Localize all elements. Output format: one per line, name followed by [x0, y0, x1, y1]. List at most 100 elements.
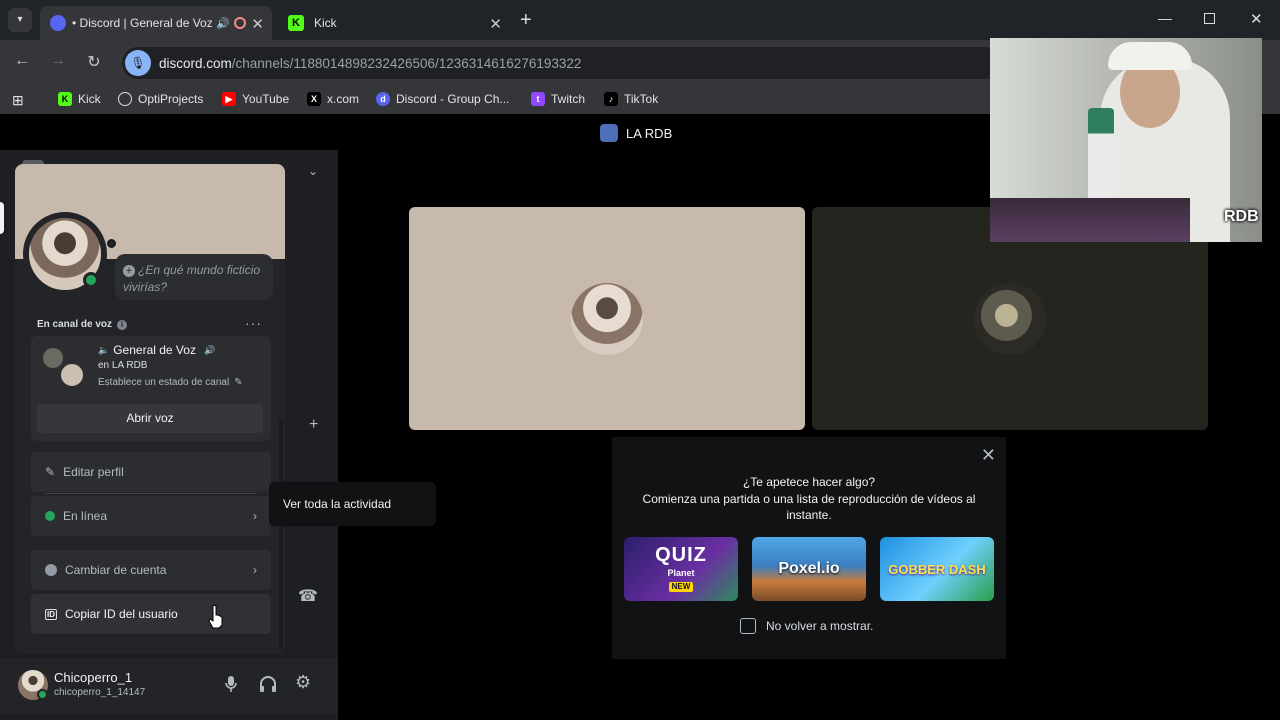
close-icon[interactable]: ✕ [981, 445, 996, 466]
tab-kick[interactable]: K Kick ✕ [278, 6, 510, 40]
online-dot-icon [45, 511, 55, 521]
youtube-icon: ▶ [222, 92, 236, 106]
switch-account-item[interactable]: Cambiar de cuenta › [31, 550, 271, 590]
account-icon [45, 564, 57, 576]
optiprojects-icon [118, 92, 132, 106]
bookmark-youtube[interactable]: ▶ YouTube [222, 92, 289, 106]
url-bar[interactable]: 🎙 discord.com/channels/11880148982324265… [122, 47, 1002, 79]
discord-tab-icon [50, 15, 66, 31]
voice-server-name: en LA RDB [98, 360, 148, 371]
game-card-poxel[interactable]: Poxel.io [752, 537, 866, 601]
url-path: /channels/1188014898232426506/1236314616… [231, 55, 582, 71]
status-placeholder: ¿En qué mundo ficticio vivirías? [123, 263, 261, 294]
status-bubble-dot [107, 239, 116, 248]
webcam-keyboard [990, 198, 1190, 242]
game-title: GOBBER DASH [888, 561, 986, 577]
mic-icon[interactable] [224, 675, 238, 693]
restore-icon[interactable] [1204, 13, 1215, 24]
dont-show-again[interactable]: No volver a mostrar. [740, 618, 873, 634]
info-icon[interactable]: i [117, 319, 128, 330]
chevron-right-icon: › [253, 509, 257, 523]
rdb-logo: RDB [1224, 208, 1259, 225]
bookmark-discord[interactable]: d Discord - Group Ch... [376, 92, 509, 106]
twitch-icon: t [531, 92, 545, 106]
bookmark-tiktok[interactable]: ♪ TikTok [604, 92, 658, 106]
x-icon: X [307, 92, 321, 106]
close-tab-icon[interactable]: ✕ [489, 15, 502, 33]
back-icon[interactable]: ← [10, 52, 34, 70]
online-status-dot [83, 272, 99, 288]
scrollbar[interactable] [279, 419, 283, 649]
open-voice-button[interactable]: Abrir voz [37, 404, 263, 433]
game-title: QUIZ [655, 544, 707, 566]
settings-gear-icon[interactable]: ⚙ [295, 672, 311, 693]
streamer-webcam-overlay: RDB [990, 38, 1262, 242]
disconnect-icon[interactable]: ☎ [298, 586, 318, 606]
edit-profile-item[interactable]: ✎ Editar perfil [31, 452, 271, 492]
webcam-cap [1108, 42, 1192, 70]
server-dropdown-icon[interactable]: ⌄ [308, 164, 318, 178]
tiktok-icon: ♪ [604, 92, 618, 106]
voice-card: 🔈 General de Voz 🔊 en LA RDB Establece u… [31, 336, 271, 441]
custom-status-bubble[interactable]: + ¿En qué mundo ficticio vivirías? [115, 254, 273, 300]
game-card-gobber[interactable]: GOBBER DASH [880, 537, 994, 601]
user-profile-popout: + ¿En qué mundo ficticio vivirías? En can… [15, 164, 285, 654]
tab-discord[interactable]: • Discord | General de Voz 🔊 ✕ [40, 6, 272, 40]
checkbox[interactable] [740, 618, 756, 634]
game-subtitle: Planet [667, 568, 695, 578]
game-card-quiz[interactable]: QUIZ Planet NEW [624, 537, 738, 601]
server-icon [43, 348, 63, 368]
voice-status-text[interactable]: Establece un estado de canal ✎ [98, 377, 243, 388]
username: chicoperro_1_14147 [54, 687, 146, 698]
copy-user-id-item[interactable]: ID Copiar ID del usuario [31, 594, 271, 634]
bookmark-x[interactable]: Xx.com [307, 92, 359, 106]
id-icon: ID [45, 608, 57, 620]
game-title: Poxel.io [778, 560, 840, 577]
server-header: LA RDB [600, 124, 672, 142]
add-status-icon: + [123, 265, 135, 277]
kick-icon: K [58, 92, 72, 106]
bookmark-twitch[interactable]: t Twitch [531, 92, 585, 106]
tab-title: • Discord | General de Voz [72, 16, 212, 30]
user-display-name[interactable]: Chicoperro_1 [54, 670, 132, 685]
apps-icon[interactable]: ⊞ [12, 92, 24, 109]
divider [45, 493, 257, 494]
server-icon [600, 124, 618, 142]
add-channel-icon[interactable]: + [309, 416, 318, 434]
bookmark-kick[interactable]: K Kick [58, 92, 101, 106]
more-options-icon[interactable]: ··· [245, 315, 262, 331]
checkbox-label: No volver a mostrar. [766, 619, 874, 633]
voice-channel-name[interactable]: 🔈 General de Voz 🔊 [98, 343, 215, 357]
reload-icon[interactable]: ↻ [82, 52, 106, 72]
pencil-icon: ✎ [234, 377, 243, 388]
activity-tooltip: Ver toda la actividad [269, 482, 436, 526]
popup-subtitle: Comienza una partida o una lista de repr… [642, 492, 976, 522]
kick-icon: K [288, 15, 304, 31]
headphones-icon[interactable] [259, 675, 277, 693]
video-tile-self[interactable] [409, 207, 805, 430]
tab-list-button[interactable]: ▾ [8, 8, 32, 32]
volume-icon: 🔊 [203, 344, 216, 355]
activity-suggestion-popup: ✕ ¿Te apetece hacer algo? Comienza una p… [612, 437, 1006, 659]
popup-title: ¿Te apetece hacer algo? [742, 475, 876, 489]
speaker-icon: 🔈 [98, 344, 110, 355]
hand-cursor-icon [208, 605, 224, 629]
user-panel: Chicoperro_1 chicoperro_1_14147 ⚙ [0, 658, 338, 714]
close-tab-icon[interactable]: ✕ [251, 15, 264, 33]
voice-section-label: En canal de voz i [37, 319, 128, 330]
online-status-dot [37, 689, 48, 700]
bookmark-optiprojects[interactable]: OptiProjects [118, 92, 203, 106]
user-avatar [571, 283, 643, 355]
webcam-cup [1088, 108, 1114, 208]
browser-tab-bar: ▾ • Discord | General de Voz 🔊 ✕ K Kick … [0, 0, 1280, 40]
user-avatar [974, 283, 1046, 355]
user-avatar [59, 362, 85, 388]
new-tab-icon[interactable]: + [520, 9, 532, 32]
discord-icon: d [376, 92, 390, 106]
forward-icon[interactable]: → [46, 52, 70, 70]
close-window-icon[interactable]: ✕ [1250, 10, 1263, 28]
status-online-item[interactable]: En línea › [31, 496, 271, 536]
minimize-icon[interactable]: — [1158, 10, 1172, 26]
chevron-right-icon: › [253, 563, 257, 577]
server-name: LA RDB [626, 125, 673, 141]
